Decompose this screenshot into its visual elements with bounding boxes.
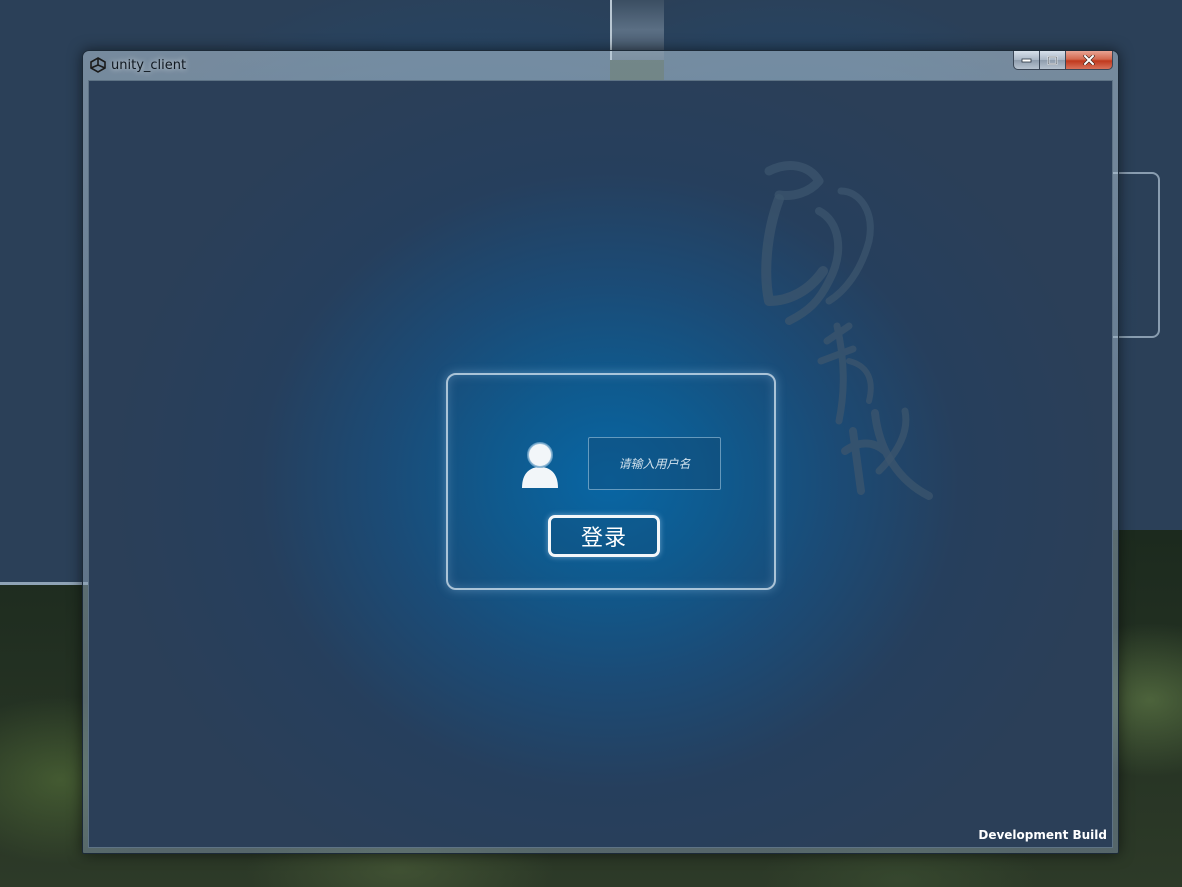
close-icon — [1083, 55, 1095, 65]
caption-buttons — [1013, 51, 1113, 71]
minimize-icon — [1021, 58, 1032, 63]
maximize-button[interactable] — [1040, 51, 1066, 70]
game-viewport: 登录 Development Build — [88, 80, 1113, 848]
title-bar[interactable]: unity_client — [83, 51, 1118, 79]
login-button[interactable]: 登录 — [548, 515, 660, 557]
close-button[interactable] — [1066, 51, 1113, 70]
maximize-icon — [1047, 55, 1058, 65]
window-title: unity_client — [111, 58, 187, 73]
username-input[interactable] — [588, 437, 721, 490]
app-window: unity_client 请输入用户名 登录 Development Build — [82, 50, 1119, 854]
minimize-button[interactable] — [1013, 51, 1040, 70]
calligraphy-decoration — [761, 161, 933, 500]
development-build-label: Development Build — [978, 828, 1107, 842]
unity-logo-icon[interactable] — [90, 57, 106, 73]
login-panel: 登录 — [446, 373, 776, 590]
user-avatar-icon — [522, 442, 558, 488]
